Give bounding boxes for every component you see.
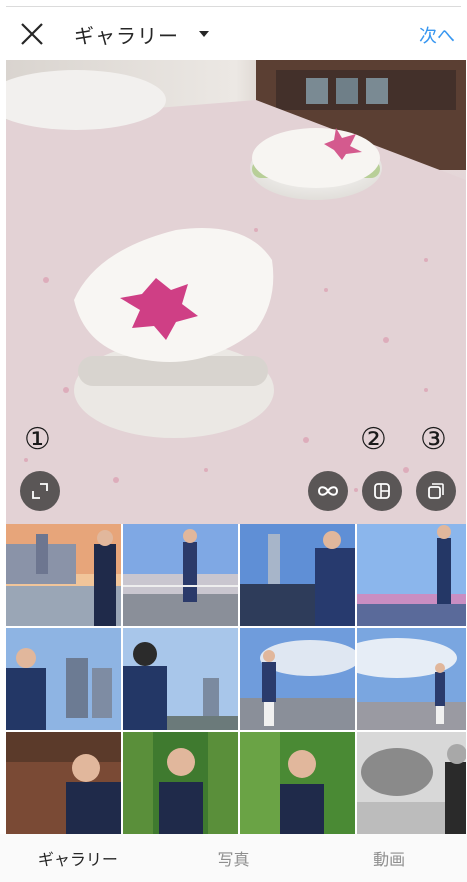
tab-video[interactable]: 動画: [311, 846, 467, 870]
grid-thumbnail[interactable]: [357, 628, 466, 730]
grid-thumbnail[interactable]: [240, 524, 355, 626]
boomerang-button[interactable]: [308, 471, 348, 511]
layout-button[interactable]: [362, 471, 402, 511]
grid-thumbnail[interactable]: [6, 628, 121, 730]
thumbnail-image: [123, 524, 238, 626]
photo-preview[interactable]: ① ② ③: [6, 60, 466, 524]
preview-image: [6, 60, 466, 524]
header: ギャラリー 次へ: [0, 8, 467, 60]
layout-icon: [374, 483, 390, 499]
thumbnail-image: [240, 524, 355, 626]
grid-thumbnail[interactable]: [240, 732, 355, 834]
expand-button[interactable]: [20, 471, 60, 511]
page-title: ギャラリー: [74, 23, 179, 48]
grid-thumbnail[interactable]: [6, 524, 121, 626]
photo-grid: [6, 524, 466, 834]
tab-gallery[interactable]: ギャラリー: [0, 846, 156, 870]
grid-thumbnail[interactable]: [357, 524, 466, 626]
multi-select-icon: [428, 483, 444, 499]
thumbnail-image: [357, 524, 466, 626]
grid-thumbnail[interactable]: [240, 628, 355, 730]
annotation-3: ③: [420, 422, 447, 457]
bottom-tab-bar: ギャラリー 写真 動画: [0, 834, 467, 882]
grid-thumbnail[interactable]: [123, 732, 238, 834]
multi-select-button[interactable]: [416, 471, 456, 511]
gallery-dropdown[interactable]: ギャラリー: [74, 20, 209, 48]
thumbnail-image: [357, 732, 466, 834]
grid-thumbnail[interactable]: [357, 732, 466, 834]
annotation-2: ②: [360, 422, 387, 457]
thumbnail-image: [6, 524, 121, 626]
close-button[interactable]: [18, 20, 46, 48]
grid-thumbnail[interactable]: [6, 732, 121, 834]
top-divider: [6, 6, 461, 7]
thumbnail-image: [6, 628, 121, 730]
thumbnail-image: [123, 628, 238, 730]
thumbnail-image: [240, 628, 355, 730]
thumbnail-image: [6, 732, 121, 834]
chevron-down-icon: [199, 31, 209, 37]
expand-icon: [32, 483, 48, 499]
annotation-1: ①: [24, 422, 51, 457]
thumbnail-image: [357, 628, 466, 730]
thumbnail-image: [240, 732, 355, 834]
boomerang-icon: [317, 486, 339, 496]
thumbnail-image: [123, 732, 238, 834]
close-icon: [21, 23, 43, 45]
tab-photo[interactable]: 写真: [156, 846, 312, 870]
next-button[interactable]: 次へ: [419, 22, 455, 48]
grid-thumbnail[interactable]: [123, 524, 238, 626]
grid-thumbnail[interactable]: [123, 628, 238, 730]
